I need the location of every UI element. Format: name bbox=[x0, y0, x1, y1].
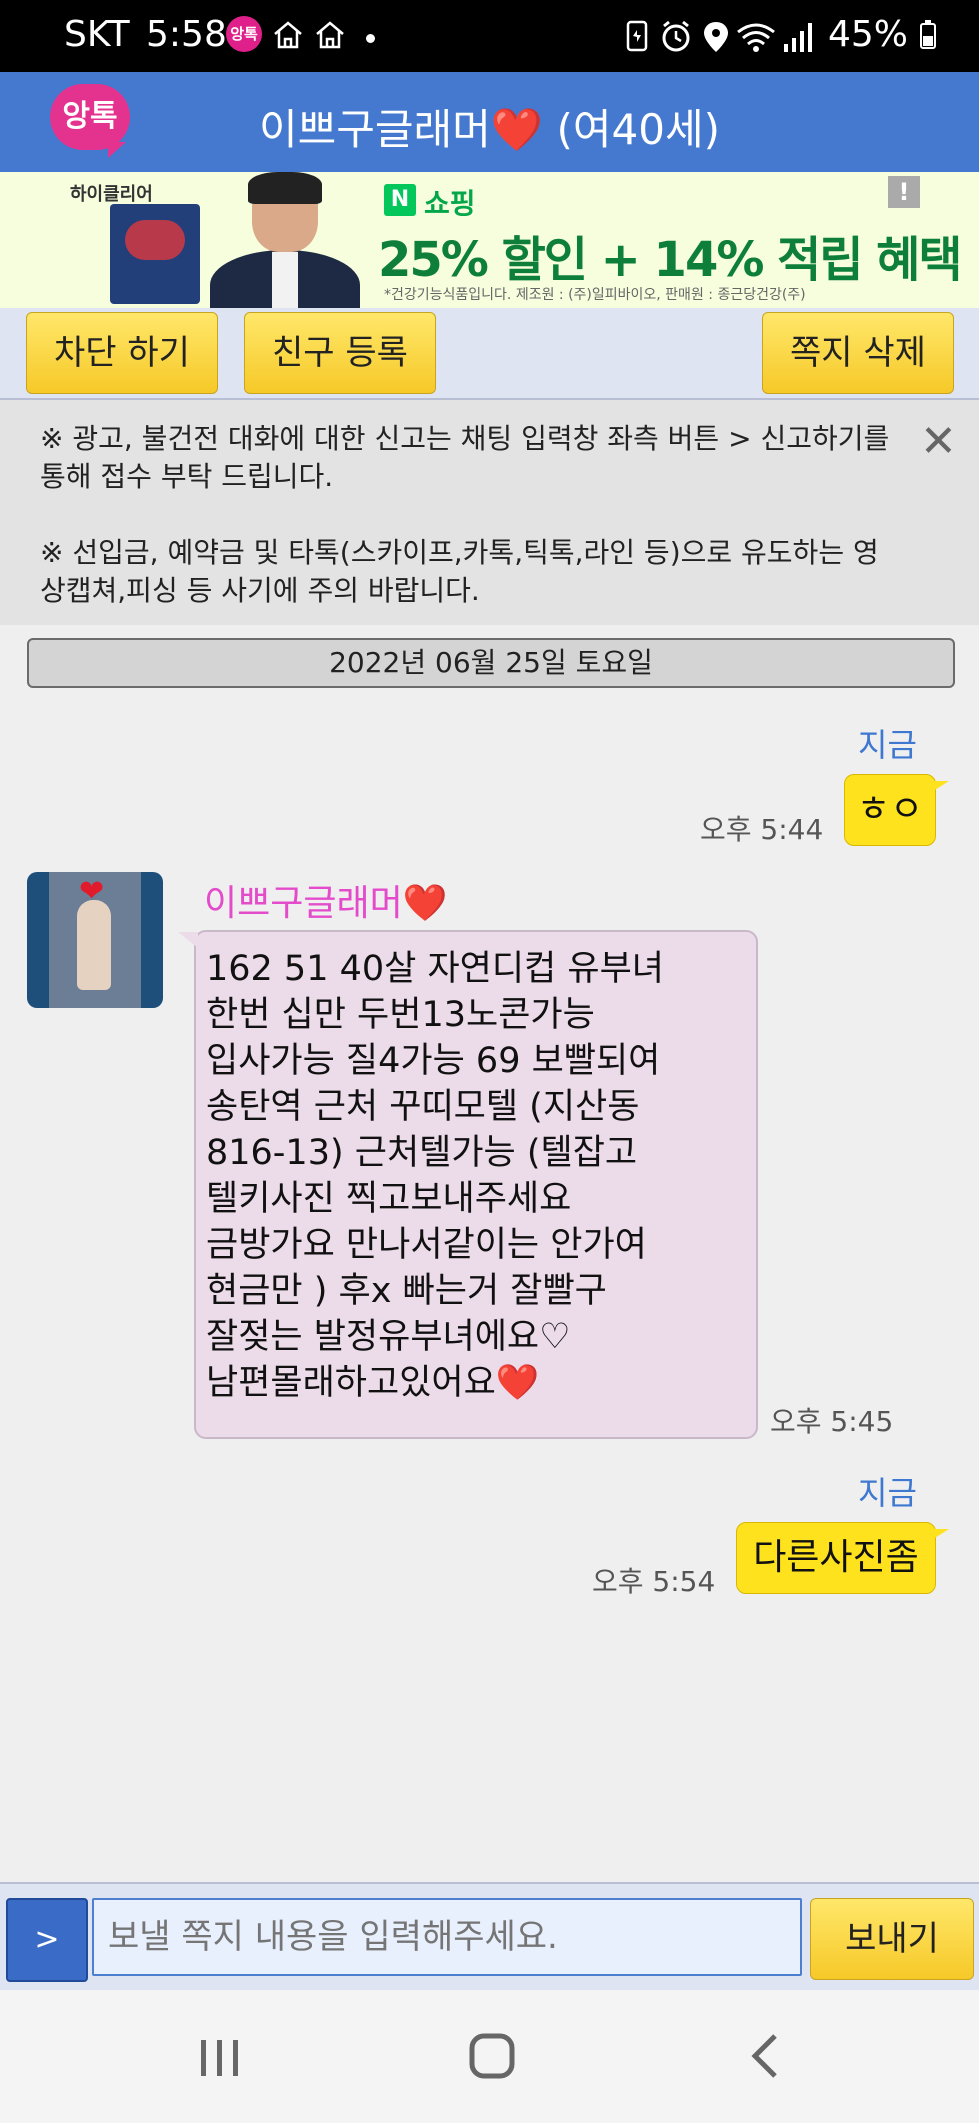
recents-icon[interactable] bbox=[174, 2024, 264, 2088]
location-icon bbox=[704, 22, 728, 52]
partner-info: (여40세) bbox=[543, 105, 720, 154]
dot-icon bbox=[366, 34, 375, 43]
read-status: 지금 bbox=[858, 1474, 917, 1512]
clock: 5:58 bbox=[146, 14, 227, 55]
report-menu-button[interactable]: > bbox=[6, 1898, 88, 1982]
alarm-icon bbox=[662, 20, 690, 52]
wifi-icon bbox=[737, 23, 775, 52]
read-status: 지금 bbox=[858, 726, 917, 764]
model-shirt bbox=[272, 252, 298, 308]
message-input[interactable] bbox=[92, 1898, 802, 1976]
close-icon[interactable]: ✕ bbox=[920, 420, 957, 464]
notice-report: ※ 광고, 불건전 대화에 대한 신고는 채팅 입력창 좌측 버튼 > 신고하기… bbox=[40, 422, 890, 493]
app-notification-icon: 앙톡 bbox=[226, 16, 262, 52]
battery-percentage: 45% bbox=[828, 14, 937, 55]
sender-name-text: 이쁘구글래머 bbox=[204, 883, 403, 924]
warning-notice: ※ 광고, 불건전 대화에 대한 신고는 채팅 입력창 좌측 버튼 > 신고하기… bbox=[0, 400, 979, 625]
home-icon bbox=[274, 21, 302, 49]
sender-name: 이쁘구글래머❤️ bbox=[204, 874, 448, 926]
model-hair bbox=[248, 172, 322, 204]
chat-title: 이쁘구글래머❤️ (여40세) bbox=[0, 96, 979, 157]
partner-name: 이쁘구글래머 bbox=[259, 105, 491, 154]
avatar[interactable]: ❤ bbox=[27, 872, 163, 1008]
ad-promo-text: 25% 할인 + 14% 적립 혜택 bbox=[378, 232, 963, 288]
message-time: 오후 5:45 bbox=[770, 1405, 894, 1438]
battery-icon bbox=[920, 20, 937, 49]
send-button[interactable]: 보내기 bbox=[810, 1898, 974, 1980]
status-bar: SKT 5:58 앙톡 45% bbox=[0, 0, 979, 72]
heart-icon: ❤ bbox=[79, 874, 105, 909]
ad-fine-print: *건강기능식품입니다. 제조원 : (주)일피바이오, 판매원 : 종근당건강(… bbox=[384, 287, 806, 303]
naver-logo-icon: N bbox=[384, 184, 416, 216]
heart-icon: ❤️ bbox=[490, 105, 544, 154]
ad-banner[interactable]: 하이클리어 N 쇼핑 25% 할인 + 14% 적립 혜택 *건강기능식품입니다… bbox=[0, 172, 979, 308]
home-icon bbox=[316, 21, 344, 49]
signal-icon bbox=[784, 23, 812, 52]
carrier-label: SKT bbox=[64, 14, 130, 55]
message-text: 162 51 40살 자연디컵 유부녀 한번 십만 두번13노콘가능 입사가능 … bbox=[206, 949, 664, 1403]
system-status-icons bbox=[626, 20, 812, 52]
ad-info-icon[interactable]: ! bbox=[888, 176, 920, 208]
chat-header: 앙톡 이쁘구글래머❤️ (여40세) bbox=[0, 72, 979, 172]
my-message-bubble[interactable]: 다른사진좀 bbox=[736, 1522, 949, 1594]
action-toolbar: 차단 하기 친구 등록 쪽지 삭제 bbox=[0, 308, 979, 400]
date-divider: 2022년 06월 25일 토요일 bbox=[27, 638, 955, 688]
add-friend-button[interactable]: 친구 등록 bbox=[244, 312, 436, 394]
my-message-bubble[interactable]: ㅎㅇ bbox=[844, 774, 949, 846]
message-time: 오후 5:44 bbox=[700, 813, 824, 846]
ad-shop-label: 쇼핑 bbox=[424, 187, 476, 220]
message-input-bar: > 보내기 bbox=[0, 1882, 979, 1992]
avatar-figure bbox=[77, 900, 111, 990]
battery-saver-icon bbox=[626, 20, 648, 52]
notice-fraud: ※ 선입금, 예약금 및 타톡(스카이프,카톡,틱톡,라인 등)으로 유도하는 … bbox=[40, 536, 879, 607]
their-message-bubble[interactable]: 162 51 40살 자연디컵 유부녀 한번 십만 두번13노콘가능 입사가능 … bbox=[178, 930, 758, 1439]
system-nav-bar bbox=[0, 1990, 979, 2123]
ad-brand: 하이클리어 bbox=[70, 184, 153, 205]
heart-icon: ❤️ bbox=[402, 883, 448, 924]
message-time: 오후 5:54 bbox=[592, 1565, 716, 1598]
back-icon[interactable] bbox=[720, 2024, 810, 2088]
home-icon[interactable] bbox=[447, 2024, 537, 2088]
delete-message-button[interactable]: 쪽지 삭제 bbox=[762, 312, 954, 394]
product-capsules-image bbox=[125, 220, 185, 260]
block-button[interactable]: 차단 하기 bbox=[26, 312, 218, 394]
